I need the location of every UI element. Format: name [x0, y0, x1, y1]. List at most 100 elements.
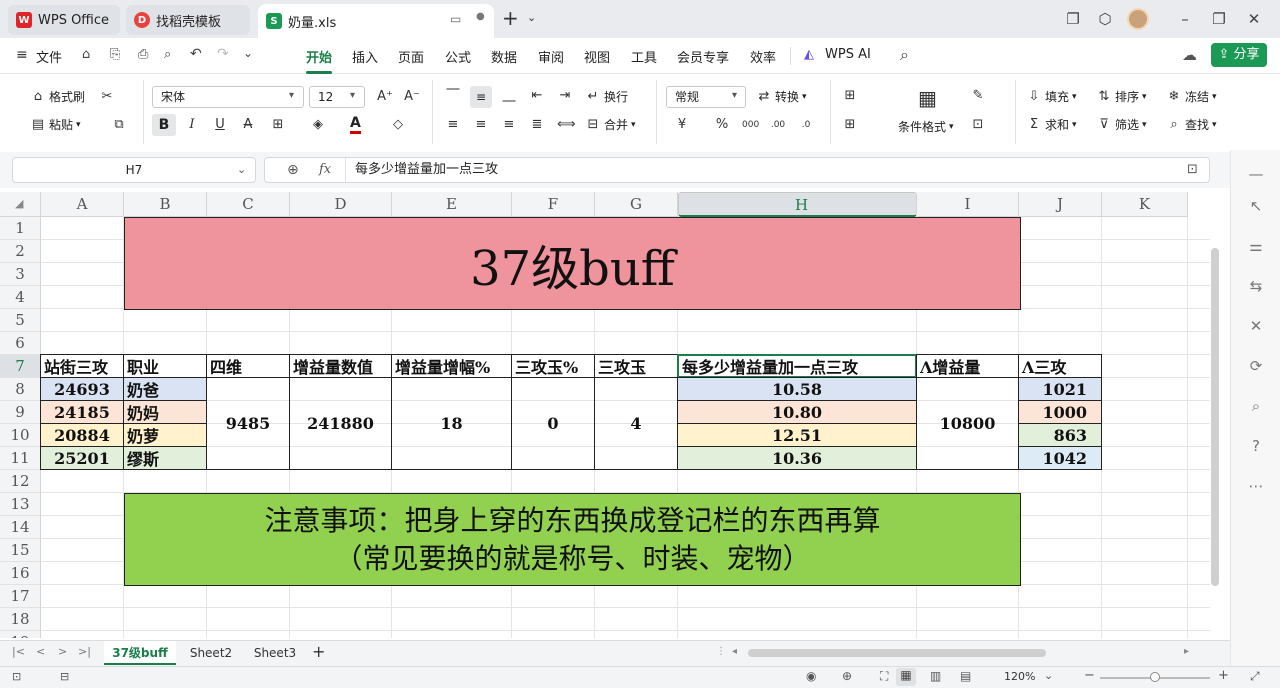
backup-icon[interactable]: ⟳ [1246, 356, 1266, 376]
vertical-scrollbar[interactable] [1211, 248, 1219, 586]
row-header-5[interactable]: 5 [0, 309, 41, 332]
row-header-13[interactable]: 13 [0, 493, 41, 516]
redo-icon[interactable]: ↷ [217, 46, 229, 62]
tab-wps-office[interactable]: W WPS Office [8, 5, 120, 35]
cloud-upload-icon[interactable]: ☁ [1182, 46, 1197, 64]
next-sheet-icon[interactable]: > [58, 645, 67, 658]
row-header-10[interactable]: 10 [0, 424, 41, 447]
copy-icon[interactable]: ⧉ [111, 117, 127, 133]
horizontal-scrollbar[interactable] [748, 649, 1046, 657]
column-header-j[interactable]: J [1019, 192, 1102, 217]
close-icon[interactable]: ✕ [1245, 10, 1263, 28]
buff-pct-cell[interactable]: 18 [391, 377, 512, 470]
tab-docer-templates[interactable]: D 找稻壳模板 [126, 5, 250, 35]
increase-decimal-icon[interactable]: .00 [770, 117, 786, 133]
header-cell[interactable]: 三攻玉% [511, 354, 595, 378]
sheet-tab-37buff[interactable]: 37级buff [104, 641, 176, 665]
border-icon[interactable]: ⊞ [270, 117, 286, 133]
italic-button[interactable]: I [184, 117, 200, 133]
more-chevron-icon[interactable]: ⌄ [243, 46, 253, 60]
tab-milk-xls[interactable]: S 奶量.xls ▭ ● [258, 4, 494, 38]
header-cell[interactable]: 职业 [123, 354, 207, 378]
decrease-font-icon[interactable]: A⁻ [404, 89, 420, 105]
menu-page[interactable]: 页面 [398, 47, 424, 66]
delta-attack-cell[interactable]: 1021 [1018, 377, 1102, 401]
fill-color-icon[interactable]: ◈ [310, 117, 326, 133]
reader-icon[interactable]: ⌕ [1246, 396, 1266, 416]
page-layout-view-icon[interactable]: ▤ [960, 669, 971, 683]
row-header-4[interactable]: 4 [0, 286, 41, 309]
scroll-left-icon[interactable]: ◂ [732, 646, 737, 657]
add-sheet-button[interactable]: + [312, 642, 325, 661]
menu-formula[interactable]: 公式 [445, 47, 471, 66]
note-cell[interactable]: 注意事项：把身上穿的东西换成登记栏的东西再算 （常见要换的就是称号、时装、宠物） [124, 493, 1021, 586]
menu-member[interactable]: 会员专享 [677, 47, 729, 66]
freeze-button[interactable]: ❄ 冻结 ▾ [1166, 88, 1217, 105]
cube-icon[interactable]: ⬡ [1096, 10, 1114, 28]
zoom-slider-handle[interactable] [1150, 672, 1160, 682]
share-button[interactable]: ⇪ 分享 [1211, 43, 1267, 67]
column-header-b[interactable]: B [124, 192, 207, 217]
row-header-1[interactable]: 1 [0, 217, 41, 240]
indent-icon[interactable]: ⇥ [557, 88, 573, 104]
format-painter-button[interactable]: ⌂ 格式刷 [30, 88, 85, 105]
justify-icon[interactable]: ≣ [529, 117, 545, 133]
align-middle-icon[interactable]: ≡ [470, 86, 492, 108]
adjust-icon[interactable]: ⚌ [1246, 236, 1266, 256]
normal-view-icon[interactable]: ▦ [896, 668, 916, 686]
fullscreen-icon[interactable]: ⛶ [880, 669, 888, 684]
header-cell[interactable]: 三攻玉 [594, 354, 678, 378]
menu-view[interactable]: 视图 [584, 47, 610, 66]
fx-icon[interactable]: fx [319, 158, 331, 182]
cell-style-icon[interactable]: ⊞ [842, 117, 858, 133]
paste-button[interactable]: ▤ 粘贴 ▾ [30, 116, 81, 133]
chevron-down-icon[interactable]: ⌄ [237, 163, 246, 176]
eye-protection-icon[interactable]: ◉ [806, 669, 816, 683]
font-family-select[interactable]: 宋体 [152, 86, 304, 108]
macro-icon[interactable]: ⊡ [12, 670, 21, 683]
column-header-e[interactable]: E [392, 192, 512, 217]
restore-tabs-icon[interactable]: ❐ [1064, 10, 1082, 28]
find-button[interactable]: ⌕ 查找 ▾ [1166, 116, 1216, 133]
column-header-g[interactable]: G [595, 192, 678, 217]
prev-sheet-icon[interactable]: < [36, 645, 45, 658]
fill-button[interactable]: ⇩ 填充 ▾ [1026, 88, 1077, 105]
increase-font-icon[interactable]: A⁺ [377, 89, 393, 105]
header-cell[interactable]: 增益量数值 [289, 354, 392, 378]
monitor-icon[interactable]: ▭ [450, 12, 461, 26]
row-header-6[interactable]: 6 [0, 332, 41, 355]
open-icon[interactable]: ⎘ [110, 47, 120, 62]
row-header-16[interactable]: 16 [0, 562, 41, 585]
percent-icon[interactable]: % [714, 117, 730, 133]
row-header-2[interactable]: 2 [0, 240, 41, 263]
font-size-select[interactable]: 12 [309, 86, 365, 108]
menu-efficiency[interactable]: 效率 [750, 47, 776, 66]
sheet-tab-sheet2[interactable]: Sheet2 [180, 641, 242, 665]
convert-button[interactable]: ⇄ 转换 ▾ [756, 88, 807, 105]
select-all-corner[interactable]: ◢ [0, 192, 41, 217]
hamburger-icon[interactable]: ≡ [16, 47, 28, 63]
sheet-info-icon[interactable]: ⊟ [60, 670, 69, 683]
menu-review[interactable]: 审阅 [538, 47, 564, 66]
merge-button[interactable]: ⊟ 合并 ▾ [585, 116, 636, 133]
avatar[interactable] [1127, 8, 1149, 30]
align-top-icon[interactable]: ⎺ [445, 88, 461, 104]
menu-home[interactable]: 开始 [306, 47, 333, 74]
layout-icon[interactable]: ⊕ [842, 669, 852, 683]
collapse-panel-icon[interactable]: — [1246, 164, 1266, 184]
column-header-d[interactable]: D [290, 192, 392, 217]
menu-wps-ai[interactable]: WPS AI [825, 47, 871, 62]
help-icon[interactable]: ? [1246, 436, 1266, 456]
jade-pct-cell[interactable]: 0 [511, 377, 595, 470]
format-brush-icon[interactable]: ✎ [970, 88, 986, 104]
job-cell[interactable]: 缪斯 [123, 446, 207, 470]
tab-list-chevron-icon[interactable]: ⌄ [527, 11, 536, 24]
row-header-18[interactable]: 18 [0, 608, 41, 631]
column-header-h[interactable]: H [678, 192, 917, 217]
header-cell[interactable]: 四维 [206, 354, 290, 378]
distribute-icon[interactable]: ⟺ [557, 117, 576, 133]
row-header-11[interactable]: 11 [0, 447, 41, 470]
align-left-icon[interactable]: ≡ [445, 117, 461, 133]
four-dim-cell[interactable]: 9485 [206, 377, 290, 470]
row-header-15[interactable]: 15 [0, 539, 41, 562]
